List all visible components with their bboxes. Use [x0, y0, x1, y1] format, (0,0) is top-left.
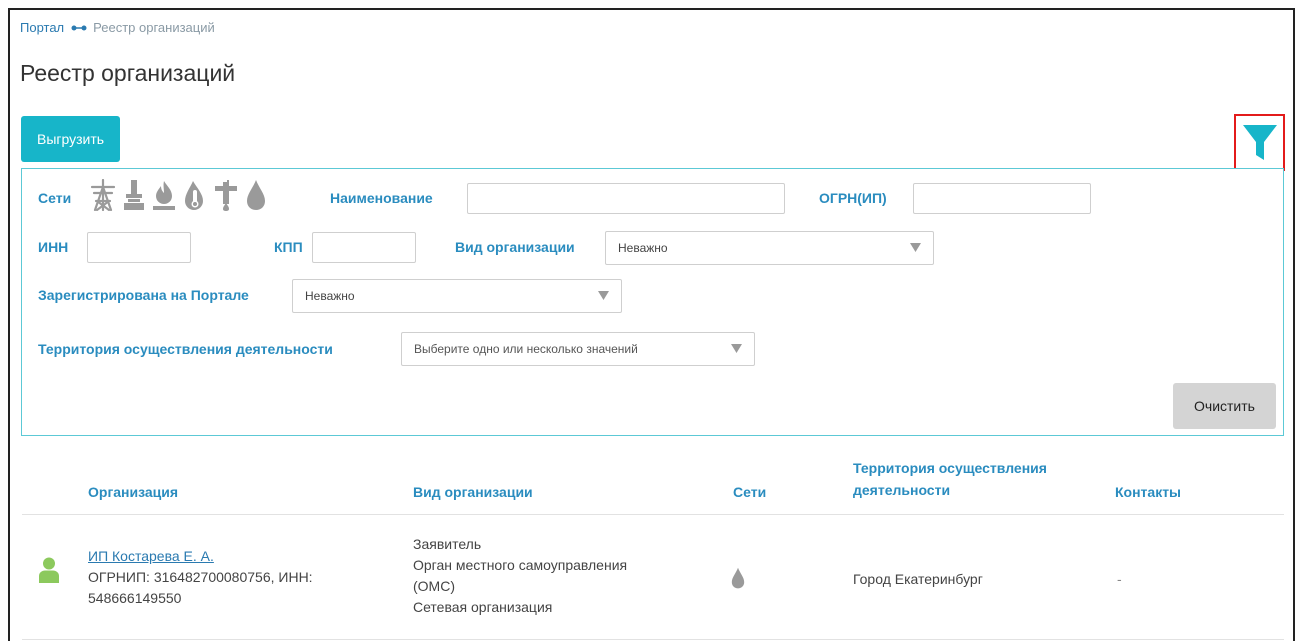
- breadcrumb-home-link[interactable]: Портал: [20, 20, 64, 35]
- kpp-input[interactable]: [312, 232, 416, 263]
- column-header-organization[interactable]: Организация: [88, 481, 178, 503]
- networks-label: Сети: [38, 190, 72, 206]
- clear-button[interactable]: Очистить: [1173, 383, 1276, 429]
- column-header-org-type[interactable]: Вид организации: [413, 481, 533, 503]
- chevron-down-icon: [731, 344, 742, 353]
- sewerage-icon[interactable]: [214, 179, 238, 211]
- org-type-cell: Заявитель Орган местного самоуправления …: [413, 534, 627, 618]
- territory-select-placeholder: Выберите одно или несколько значений: [414, 342, 638, 356]
- column-header-territory-line1: Территория осуществления: [853, 460, 1047, 476]
- page-title: Реестр организаций: [20, 60, 236, 86]
- territory-cell: Город Екатеринбург: [853, 571, 983, 587]
- org-type-select-value: Неважно: [618, 241, 668, 255]
- column-header-territory[interactable]: Территория осуществления деятельности: [853, 457, 1047, 501]
- org-type-item: Сетевая организация: [413, 599, 553, 615]
- name-input[interactable]: [467, 183, 785, 214]
- registered-select-value: Неважно: [305, 289, 355, 303]
- org-type-label: Вид организации: [455, 239, 575, 255]
- column-header-contacts[interactable]: Контакты: [1115, 481, 1181, 503]
- kpp-label: КПП: [274, 239, 303, 255]
- main-frame: Портал Реестр организаций Реестр организ…: [8, 8, 1295, 641]
- org-type-item: Заявитель: [413, 536, 482, 552]
- contacts-cell: -: [1117, 571, 1122, 587]
- ogrn-label: ОГРН(ИП): [819, 190, 887, 206]
- filter-icon: [1242, 124, 1277, 160]
- breadcrumb-separator-icon: [71, 24, 87, 32]
- chevron-down-icon: [910, 243, 921, 252]
- heat-pipe-icon[interactable]: [123, 179, 145, 211]
- breadcrumb: Портал Реестр организаций: [20, 20, 215, 35]
- water-icon: [731, 567, 745, 589]
- org-type-select[interactable]: Неважно: [605, 231, 934, 265]
- registered-label: Зарегистрирована на Портале: [38, 287, 249, 303]
- filter-panel: Сети Наименование ОГРН(ИП) ИНН КПП Вид о…: [21, 168, 1284, 436]
- org-type-item: Орган местного самоуправления: [413, 557, 628, 573]
- ogrn-input[interactable]: [913, 183, 1091, 214]
- org-name-link[interactable]: ИП Костарева Е. А.: [88, 546, 313, 567]
- table-row-divider: [22, 639, 1284, 640]
- chevron-down-icon: [598, 291, 609, 300]
- column-header-networks[interactable]: Сети: [733, 481, 766, 503]
- gas-icon[interactable]: [152, 179, 176, 211]
- inn-input[interactable]: [87, 232, 191, 263]
- table-header-divider: [22, 514, 1284, 515]
- territory-label: Территория осуществления деятельности: [38, 341, 333, 357]
- power-line-icon[interactable]: [90, 179, 116, 211]
- name-label: Наименование: [330, 190, 433, 206]
- breadcrumb-current: Реестр организаций: [93, 20, 215, 35]
- export-button[interactable]: Выгрузить: [21, 116, 121, 162]
- org-type-item: (ОМС): [413, 578, 455, 594]
- org-details-line1: ОГРНИП: 316482700080756, ИНН:: [88, 569, 313, 585]
- filter-toggle-button[interactable]: [1234, 114, 1285, 171]
- hot-water-icon[interactable]: [183, 179, 207, 211]
- org-details-line2: 548666149550: [88, 590, 182, 606]
- territory-select[interactable]: Выберите одно или несколько значений: [401, 332, 755, 366]
- column-header-territory-line2: деятельности: [853, 482, 951, 498]
- network-icons: [90, 179, 267, 211]
- user-icon: [39, 557, 59, 583]
- inn-label: ИНН: [38, 239, 69, 255]
- water-icon[interactable]: [245, 179, 267, 211]
- registered-select[interactable]: Неважно: [292, 279, 622, 313]
- org-cell: ИП Костарева Е. А. ОГРНИП: 3164827000807…: [88, 546, 313, 609]
